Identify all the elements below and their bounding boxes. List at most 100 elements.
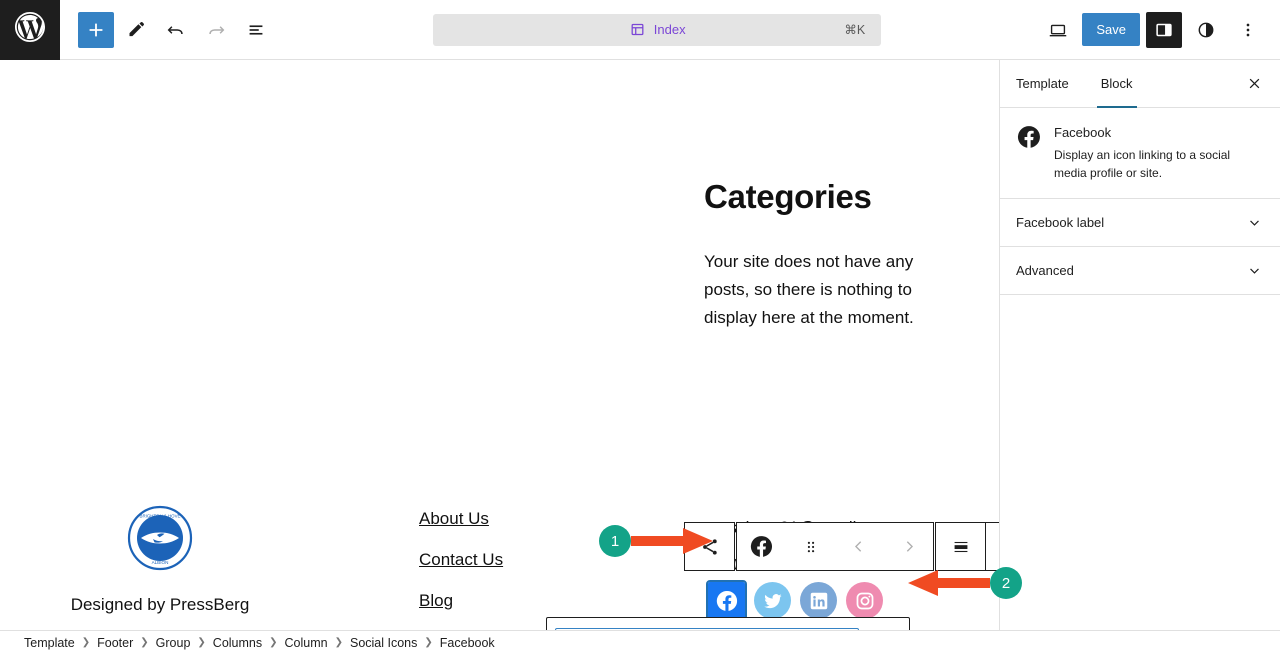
chevron-down-icon	[1250, 268, 1259, 274]
facebook-icon	[716, 590, 737, 611]
command-bar[interactable]: Index ⌘K	[433, 13, 882, 46]
command-bar-shortcut: ⌘K	[844, 23, 866, 37]
footer-credit[interactable]: Designed by PressBerg @ Copyright 2024	[0, 588, 320, 630]
panel-facebook-label-title: Facebook label	[1016, 215, 1105, 230]
facebook-icon	[1017, 126, 1040, 148]
chevron-down-icon	[1250, 220, 1259, 226]
block-toolbar-group-parent	[684, 522, 735, 571]
drag-handle-icon	[807, 541, 814, 552]
add-block-button[interactable]	[78, 11, 114, 48]
breadcrumb-item-group[interactable]: Group	[156, 636, 191, 650]
breadcrumb-separator: ❯	[334, 637, 343, 648]
sidebar-tabs: Template Block	[1000, 60, 1280, 108]
wordpress-logo-icon	[12, 9, 48, 50]
header-left-tools	[60, 11, 274, 48]
breadcrumb-separator: ❯	[81, 637, 91, 648]
wordpress-logo-button[interactable]	[0, 0, 60, 60]
styles-button[interactable]	[1188, 12, 1224, 48]
footer-credit-line-1: Designed by PressBerg	[70, 595, 250, 614]
breadcrumb-separator: ❯	[197, 637, 206, 648]
align-button[interactable]	[936, 523, 985, 570]
redo-icon	[209, 25, 225, 34]
undo-icon	[167, 25, 183, 34]
desktop-view-icon	[1050, 24, 1067, 36]
panel-advanced[interactable]: Advanced	[1000, 247, 1280, 295]
breadcrumb-separator: ❯	[140, 637, 149, 648]
footer-link-about-us[interactable]: About Us	[419, 509, 566, 529]
breadcrumb-item-columns[interactable]: Columns	[213, 636, 262, 650]
breadcrumb: Template ❯ Footer ❯ Group ❯ Columns ❯ Co…	[0, 630, 1280, 654]
breadcrumb-item-template[interactable]: Template	[24, 636, 75, 650]
breadcrumb-item-footer[interactable]: Footer	[97, 636, 133, 650]
categories-empty-message[interactable]: Your site does not have any posts, so th…	[704, 248, 934, 332]
command-bar-title: Index	[653, 22, 686, 37]
instagram-icon	[856, 592, 873, 609]
breadcrumb-item-column[interactable]: Column	[285, 636, 328, 650]
social-icon-linkedin[interactable]	[800, 582, 837, 619]
breadcrumb-item-social-icons[interactable]: Social Icons	[350, 636, 417, 650]
footer-link-blog[interactable]: Blog	[419, 591, 566, 611]
social-icon-instagram[interactable]	[846, 582, 883, 619]
social-icons-block[interactable]	[706, 580, 883, 621]
block-info-description: Display an icon linking to a social medi…	[1054, 148, 1231, 180]
url-submit-button[interactable]	[865, 628, 901, 630]
share-social-icon	[702, 538, 717, 555]
panel-facebook-label[interactable]: Facebook label	[1000, 199, 1280, 247]
view-device-button[interactable]	[1040, 12, 1076, 48]
more-options-icon	[1246, 23, 1250, 36]
panel-advanced-title: Advanced	[1016, 263, 1074, 278]
breadcrumb-separator: ❯	[269, 637, 278, 648]
undo-button[interactable]	[158, 12, 194, 48]
tab-block[interactable]: Block	[1085, 60, 1149, 108]
move-right-button[interactable]	[884, 523, 933, 570]
link-url-popover	[546, 617, 910, 630]
footer-logo[interactable]: BRIGHTON & HOVE ALBION	[127, 505, 193, 571]
move-right-icon	[906, 541, 914, 552]
block-toolbar-group-main	[736, 522, 934, 571]
move-left-button[interactable]	[835, 523, 884, 570]
social-icon-facebook[interactable]	[706, 580, 747, 621]
block-toolbar	[684, 522, 999, 571]
block-toolbar-group-align	[935, 522, 999, 571]
breadcrumb-item-facebook[interactable]: Facebook	[440, 636, 495, 650]
svg-text:ALBION: ALBION	[152, 560, 169, 565]
template-index-icon	[631, 23, 644, 36]
justify-items-button[interactable]	[986, 523, 999, 570]
header-right-tools: Save	[1040, 11, 1280, 48]
command-bar-wrap: Index ⌘K	[274, 13, 1040, 46]
footer-link-contact-us[interactable]: Contact Us	[419, 550, 566, 570]
save-button[interactable]: Save	[1082, 13, 1140, 46]
settings-sidebar: Template Block Facebook Display an icon …	[999, 60, 1280, 630]
close-sidebar-button[interactable]	[1238, 68, 1270, 100]
block-info-card: Facebook Display an icon linking to a so…	[1000, 108, 1280, 199]
block-info-text: Facebook Display an icon linking to a so…	[1054, 124, 1264, 182]
facebook-block-icon	[750, 536, 773, 557]
move-left-icon	[854, 541, 862, 552]
categories-heading[interactable]: Categories	[704, 178, 872, 216]
edit-mode-button[interactable]	[118, 12, 154, 48]
editor-header: Index ⌘K Save	[0, 0, 1280, 60]
close-icon	[1249, 78, 1259, 89]
drag-handle-button[interactable]	[786, 523, 835, 570]
more-options-button[interactable]	[1230, 12, 1266, 48]
block-info-title: Facebook	[1054, 125, 1112, 140]
footer-links-column: About Us Contact Us Blog Terms & Conditi…	[419, 509, 566, 630]
align-icon	[954, 541, 967, 552]
settings-panel-icon	[1156, 23, 1172, 36]
facebook-url-input[interactable]	[555, 628, 859, 630]
wordpress-site-editor: Index ⌘K Save Categories Your site does …	[0, 0, 1280, 654]
editor-canvas[interactable]: Categories Your site does not have any p…	[0, 60, 999, 630]
tab-template[interactable]: Template	[1000, 60, 1085, 107]
linkedin-icon	[810, 592, 827, 609]
brighton-hove-albion-crest-icon: BRIGHTON & HOVE ALBION	[127, 505, 193, 571]
social-icon-twitter[interactable]	[754, 582, 791, 619]
block-type-facebook-button[interactable]	[737, 523, 786, 570]
parent-social-icons-button[interactable]	[685, 523, 734, 570]
edit-pencil-icon	[129, 22, 144, 37]
settings-sidebar-toggle[interactable]	[1146, 11, 1182, 48]
redo-button[interactable]	[198, 12, 234, 48]
styles-contrast-icon	[1198, 22, 1214, 37]
footer-credit-line-2: @ Copyright 2024	[0, 621, 320, 630]
svg-text:BRIGHTON & HOVE: BRIGHTON & HOVE	[140, 514, 181, 519]
document-overview-button[interactable]	[238, 12, 274, 48]
